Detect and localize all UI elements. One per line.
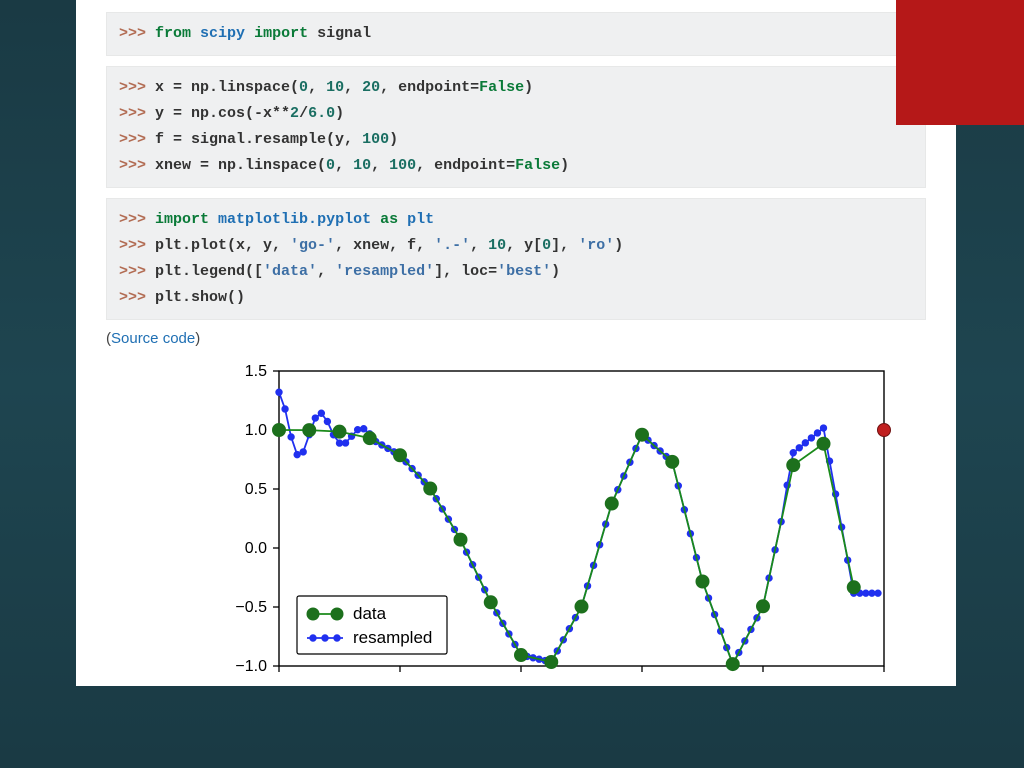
str: '.-' bbox=[434, 237, 470, 254]
accent-rectangle bbox=[896, 0, 1024, 125]
prompt: >>> bbox=[119, 105, 155, 122]
num: 0 bbox=[542, 237, 551, 254]
chart: −1.0 −0.5 0.0 0.5 1.0 1.5 data resampled bbox=[114, 361, 926, 676]
str: 'data' bbox=[263, 263, 317, 280]
code-text: / bbox=[299, 105, 308, 122]
svg-text:0.5: 0.5 bbox=[245, 481, 267, 498]
code-text: f = signal.resample(y, bbox=[155, 131, 362, 148]
str: 'go-' bbox=[290, 237, 335, 254]
svg-text:resampled: resampled bbox=[353, 628, 432, 647]
num: 20 bbox=[362, 79, 380, 96]
source-code-link-wrap: (Source code) bbox=[106, 330, 926, 347]
false-literal: False bbox=[479, 79, 524, 96]
alias-plt: plt bbox=[407, 211, 434, 228]
str: 'best' bbox=[497, 263, 551, 280]
code-block-3: >>> import matplotlib.pyplot as plt >>> … bbox=[106, 198, 926, 320]
code-text: , y[ bbox=[506, 237, 542, 254]
num: 0 bbox=[326, 157, 335, 174]
kw-from: from bbox=[155, 25, 191, 42]
code-text: ], loc= bbox=[434, 263, 497, 280]
num: 2 bbox=[290, 105, 299, 122]
code-text: , xnew, f, bbox=[335, 237, 434, 254]
num: 10 bbox=[326, 79, 344, 96]
code-block-2: >>> x = np.linspace(0, 10, 20, endpoint=… bbox=[106, 66, 926, 188]
num: 100 bbox=[389, 157, 416, 174]
code-text: ) bbox=[614, 237, 623, 254]
code-block-1: >>> from scipy import signal bbox=[106, 12, 926, 56]
svg-text:−1.0: −1.0 bbox=[235, 658, 267, 675]
kw-import: import bbox=[254, 25, 308, 42]
code-text: plt.show() bbox=[155, 289, 245, 306]
svg-text:1.5: 1.5 bbox=[245, 363, 267, 380]
prompt: >>> bbox=[119, 79, 155, 96]
paren: ) bbox=[195, 330, 200, 347]
mod-mpl: matplotlib.pyplot bbox=[218, 211, 371, 228]
code-text: ) bbox=[560, 157, 569, 174]
kw-as: as bbox=[380, 211, 398, 228]
code-text: ) bbox=[551, 263, 560, 280]
source-code-link[interactable]: Source code bbox=[111, 330, 195, 347]
code-text: x = np.linspace( bbox=[155, 79, 299, 96]
code-text: signal bbox=[308, 25, 371, 42]
prompt: >>> bbox=[119, 263, 155, 280]
mod-scipy: scipy bbox=[200, 25, 245, 42]
code-text: ) bbox=[335, 105, 344, 122]
svg-text:1.0: 1.0 bbox=[245, 422, 267, 439]
prompt: >>> bbox=[119, 289, 155, 306]
code-text: , endpoint= bbox=[380, 79, 479, 96]
prompt: >>> bbox=[119, 25, 155, 42]
str: 'ro' bbox=[578, 237, 614, 254]
code-text: , bbox=[317, 263, 335, 280]
num: 10 bbox=[488, 237, 506, 254]
code-text: plt.plot(x, y, bbox=[155, 237, 290, 254]
prompt: >>> bbox=[119, 157, 155, 174]
code-text: plt.legend([ bbox=[155, 263, 263, 280]
prompt: >>> bbox=[119, 211, 155, 228]
code-text: ) bbox=[524, 79, 533, 96]
false-literal: False bbox=[515, 157, 560, 174]
num: 6.0 bbox=[308, 105, 335, 122]
code-text: xnew = np.linspace( bbox=[155, 157, 326, 174]
chart-svg: −1.0 −0.5 0.0 0.5 1.0 1.5 data resampled bbox=[114, 361, 904, 676]
code-text: y = np.cos(-x** bbox=[155, 105, 290, 122]
str: 'resampled' bbox=[335, 263, 434, 280]
code-text: ], bbox=[551, 237, 578, 254]
svg-text:0.0: 0.0 bbox=[245, 540, 267, 557]
prompt: >>> bbox=[119, 237, 155, 254]
kw-import: import bbox=[155, 211, 209, 228]
code-text: , bbox=[470, 237, 488, 254]
num: 10 bbox=[353, 157, 371, 174]
svg-text:data: data bbox=[353, 604, 387, 623]
code-text: ) bbox=[389, 131, 398, 148]
prompt: >>> bbox=[119, 131, 155, 148]
code-text: , endpoint= bbox=[416, 157, 515, 174]
slide-body: >>> from scipy import signal >>> x = np.… bbox=[76, 0, 956, 686]
num: 100 bbox=[362, 131, 389, 148]
num: 0 bbox=[299, 79, 308, 96]
svg-text:−0.5: −0.5 bbox=[235, 599, 267, 616]
